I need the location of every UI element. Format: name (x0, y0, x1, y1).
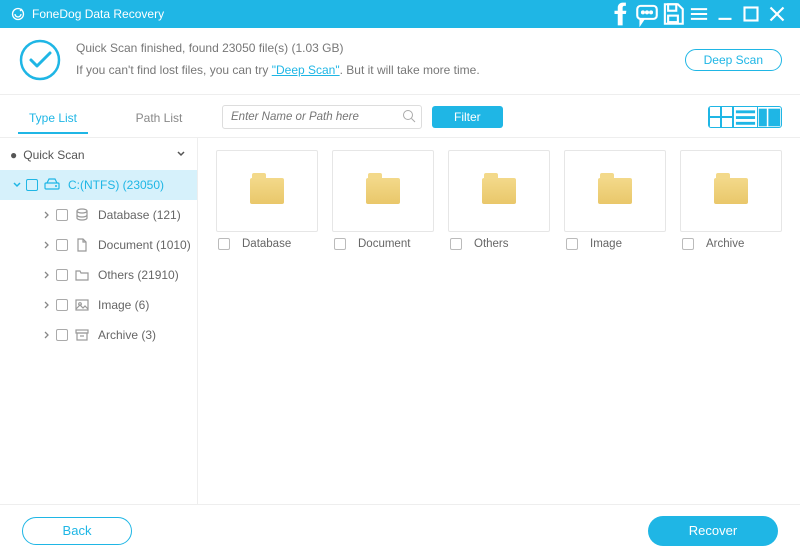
chevron-right-icon[interactable] (40, 330, 54, 340)
grid-item[interactable]: Archive (680, 150, 782, 250)
status-line-1: Quick Scan finished, found 23050 file(s)… (76, 38, 685, 60)
chevron-right-icon[interactable] (40, 240, 54, 250)
grid-item[interactable]: Others (448, 150, 550, 250)
view-list-icon[interactable] (733, 107, 757, 127)
app-logo-icon (10, 6, 26, 22)
checkbox[interactable] (566, 238, 578, 250)
folder-thumbnail[interactable] (680, 150, 782, 232)
status-bar: Quick Scan finished, found 23050 file(s)… (0, 28, 800, 95)
titlebar: FoneDog Data Recovery (0, 0, 800, 28)
save-icon[interactable] (660, 0, 686, 28)
facebook-icon[interactable] (608, 0, 634, 28)
chevron-down-icon[interactable] (10, 180, 24, 190)
sidebar-tree: ● Quick Scan C:(NTFS) (23050) Database (… (0, 138, 198, 504)
archive-icon (74, 328, 92, 342)
feedback-icon[interactable] (634, 0, 660, 28)
status-line-2: If you can't find lost files, you can tr… (76, 60, 685, 82)
folder-icon (598, 178, 632, 204)
checkbox[interactable] (56, 329, 68, 341)
grid-item-label: Database (242, 238, 291, 250)
tree-item-database[interactable]: Database (121) (0, 200, 197, 230)
checkbox[interactable] (56, 239, 68, 251)
folder-icon (74, 268, 92, 282)
checkbox[interactable] (218, 238, 230, 250)
grid-item[interactable]: Database (216, 150, 318, 250)
deep-scan-button[interactable]: Deep Scan (685, 49, 782, 71)
bullet-icon: ● (10, 148, 17, 162)
tree-item-others[interactable]: Others (21910) (0, 260, 197, 290)
database-icon (74, 208, 92, 222)
tree-root-quick-scan[interactable]: ● Quick Scan (0, 140, 197, 170)
grid-item[interactable]: Image (564, 150, 666, 250)
chevron-right-icon[interactable] (40, 210, 54, 220)
grid-item-label: Others (474, 238, 509, 250)
folder-icon (714, 178, 748, 204)
folder-thumbnail[interactable] (332, 150, 434, 232)
tab-type-list[interactable]: Type List (0, 101, 106, 133)
tree-item-archive[interactable]: Archive (3) (0, 320, 197, 350)
chevron-right-icon[interactable] (40, 300, 54, 310)
minimize-icon[interactable] (712, 0, 738, 28)
folder-icon (250, 178, 284, 204)
tree-drive-c[interactable]: C:(NTFS) (23050) (0, 170, 197, 200)
toolbar: Type List Path List Filter (0, 95, 800, 138)
grid-item[interactable]: Document (332, 150, 434, 250)
folder-icon (366, 178, 400, 204)
grid-item-label: Archive (706, 238, 744, 250)
footer: Back Recover (0, 504, 800, 556)
check-complete-icon (18, 38, 62, 82)
deep-scan-link[interactable]: "Deep Scan" (272, 63, 340, 77)
app-title: FoneDog Data Recovery (32, 7, 164, 21)
grid-item-label: Document (358, 238, 410, 250)
grid-item-label: Image (590, 238, 622, 250)
tree-item-document[interactable]: Document (1010) (0, 230, 197, 260)
view-detail-icon[interactable] (757, 107, 781, 127)
back-button[interactable]: Back (22, 517, 132, 545)
document-icon (74, 238, 92, 252)
menu-icon[interactable] (686, 0, 712, 28)
drive-icon (44, 178, 62, 192)
folder-thumbnail[interactable] (564, 150, 666, 232)
filter-button[interactable]: Filter (432, 106, 503, 128)
checkbox[interactable] (450, 238, 462, 250)
checkbox[interactable] (682, 238, 694, 250)
image-icon (74, 298, 92, 312)
search-wrap (222, 105, 422, 129)
checkbox[interactable] (334, 238, 346, 250)
checkbox[interactable] (26, 179, 38, 191)
content-grid: Database Document Others Image Archive (198, 138, 800, 504)
checkbox[interactable] (56, 209, 68, 221)
folder-icon (482, 178, 516, 204)
checkbox[interactable] (56, 299, 68, 311)
search-input[interactable] (222, 105, 422, 129)
close-icon[interactable] (764, 0, 790, 28)
chevron-right-icon[interactable] (40, 270, 54, 280)
folder-thumbnail[interactable] (448, 150, 550, 232)
view-grid-icon[interactable] (709, 107, 733, 127)
main-area: ● Quick Scan C:(NTFS) (23050) Database (… (0, 138, 800, 504)
recover-button[interactable]: Recover (648, 516, 778, 546)
folder-thumbnail[interactable] (216, 150, 318, 232)
tab-path-list[interactable]: Path List (106, 101, 212, 133)
maximize-icon[interactable] (738, 0, 764, 28)
view-toggle (708, 106, 782, 128)
list-type-tabs: Type List Path List (0, 101, 212, 133)
search-icon[interactable] (402, 109, 416, 123)
checkbox[interactable] (56, 269, 68, 281)
tree-item-image[interactable]: Image (6) (0, 290, 197, 320)
chevron-down-icon[interactable] (175, 148, 187, 163)
